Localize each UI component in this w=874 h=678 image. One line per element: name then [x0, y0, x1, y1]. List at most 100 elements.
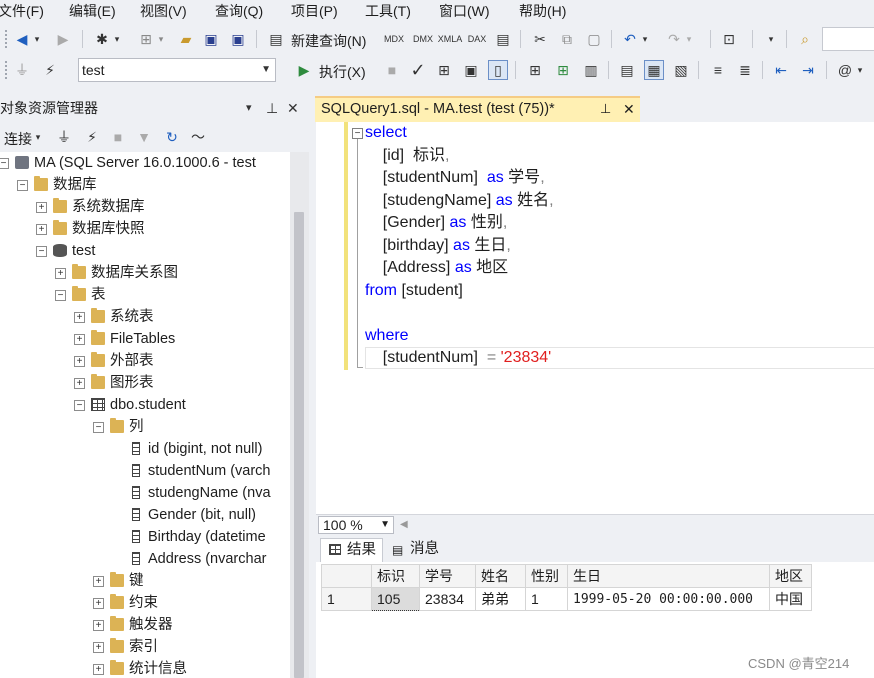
filter-icon[interactable]: ▼ [134, 127, 154, 147]
row-number[interactable]: 1 [321, 587, 372, 611]
cut-icon[interactable]: ✂ [530, 29, 550, 49]
menu-query[interactable]: 查询(Q) [215, 2, 263, 20]
column-header[interactable]: 地区 [769, 564, 812, 588]
quick-launch-input[interactable] [822, 27, 874, 51]
tree-item[interactable]: − MA (SQL Server 16.0.1000.6 - test [0, 152, 290, 174]
collapse-toggle-icon[interactable]: − [352, 128, 363, 139]
close-tab-icon[interactable]: ✕ [623, 98, 635, 120]
mdx-query-icon[interactable]: MDX [384, 29, 404, 49]
analysis-query-icon[interactable]: ▤ [493, 29, 513, 49]
toolbar-overflow-icon[interactable]: ▾ [855, 60, 865, 80]
zoom-select[interactable]: 100 % ▼ [318, 516, 394, 534]
connect-plug-icon[interactable]: ⏚ [54, 127, 74, 147]
tree-item[interactable]: + 数据库关系图 [0, 262, 290, 284]
collapse-icon[interactable]: − [36, 246, 47, 257]
collapse-icon[interactable]: − [93, 422, 104, 433]
disconnect-icon[interactable]: ⚡ [82, 127, 102, 147]
results-to-grid-icon[interactable]: ▦ [644, 60, 664, 80]
tree-item[interactable]: − 数据库 [0, 174, 290, 196]
save-icon[interactable]: ▣ [201, 29, 221, 49]
redo-icon[interactable]: ↷ [664, 29, 684, 49]
parse-icon[interactable]: ✓ [408, 60, 428, 80]
cell-gender[interactable]: 1 [525, 587, 568, 611]
stop-icon[interactable]: ■ [108, 127, 128, 147]
search-icon[interactable]: ⌕ [795, 29, 815, 49]
dmx-query-icon[interactable]: DMX [413, 29, 433, 49]
results-grid[interactable]: 标识 学号 姓名 性别 生日 地区 1 105 23834 弟弟 1 1999-… [321, 564, 812, 611]
tab-results[interactable]: 结果 [320, 538, 383, 562]
expand-icon[interactable]: + [93, 620, 104, 631]
cell-name[interactable]: 弟弟 [475, 587, 526, 611]
tree-item[interactable]: + 外部表 [0, 350, 290, 372]
connect-dropdown-icon[interactable]: ▾ [33, 127, 43, 147]
add-item-icon[interactable]: ⊞ [136, 29, 156, 49]
tree-item[interactable]: − dbo.student [0, 394, 290, 416]
specify-values-icon[interactable]: @ [835, 60, 855, 80]
tab-messages[interactable]: ▤ 消息 [384, 538, 445, 562]
results-to-file-icon[interactable]: ▧ [671, 60, 691, 80]
display-plan-icon[interactable]: ⊞ [434, 60, 454, 80]
open-file-icon[interactable]: ▰ [176, 29, 196, 49]
comment-icon[interactable]: ≡ [708, 60, 728, 80]
tree-item[interactable]: + 图形表 [0, 372, 290, 394]
column-header[interactable]: 学号 [419, 564, 476, 588]
available-databases-select[interactable]: test ▼ [78, 58, 276, 82]
collapse-icon[interactable]: − [55, 290, 66, 301]
activity-icon[interactable]: 〜 [188, 127, 208, 147]
paste-icon[interactable]: ▢ [584, 29, 604, 49]
collapse-icon[interactable]: − [17, 180, 28, 191]
new-project-dropdown-icon[interactable]: ▾ [112, 29, 122, 49]
execute-icon[interactable]: ▶ [294, 60, 314, 80]
new-project-icon[interactable]: ✱ [92, 29, 112, 49]
column-header[interactable]: 生日 [567, 564, 770, 588]
tree-item[interactable]: + 统计信息 [0, 658, 290, 678]
window-position-icon[interactable]: ▾ [246, 94, 252, 122]
menu-project[interactable]: 项目(P) [291, 2, 338, 20]
expand-icon[interactable]: + [93, 664, 104, 675]
undo-dropdown-icon[interactable]: ▾ [640, 29, 650, 49]
save-all-icon[interactable]: ▣ [228, 29, 248, 49]
tree-item[interactable]: + FileTables [0, 328, 290, 350]
execute-button[interactable]: 执行(X) [319, 62, 366, 82]
expand-icon[interactable]: + [74, 378, 85, 389]
copy-icon[interactable]: ⧉ [557, 29, 577, 49]
increase-indent-icon[interactable]: ⇥ [798, 60, 818, 80]
results-pane-toggle-icon[interactable]: ▯ [488, 60, 508, 80]
expand-icon[interactable]: + [93, 642, 104, 653]
expand-icon[interactable]: + [93, 598, 104, 609]
client-stats-icon[interactable]: ▥ [581, 60, 601, 80]
decrease-indent-icon[interactable]: ⇤ [771, 60, 791, 80]
tree-item[interactable]: + 约束 [0, 592, 290, 614]
close-icon[interactable]: ✕ [287, 94, 299, 122]
menu-tools[interactable]: 工具(T) [365, 2, 411, 20]
tab-sqlquery1[interactable]: SQLQuery1.sql - MA.test (test (75))* ⊥ ✕ [315, 96, 640, 122]
expand-icon[interactable]: + [93, 576, 104, 587]
expand-icon[interactable]: + [55, 268, 66, 279]
tree-item[interactable]: Birthday (datetime [0, 526, 290, 548]
refresh-icon[interactable]: ↻ [162, 127, 182, 147]
tree-item[interactable]: + 数据库快照 [0, 218, 290, 240]
tree-item[interactable]: Address (nvarchar [0, 548, 290, 570]
tree-item[interactable]: id (bigint, not null) [0, 438, 290, 460]
expand-icon[interactable]: + [74, 312, 85, 323]
pin-icon[interactable]: ⊥ [266, 94, 278, 122]
tree-item[interactable]: + 系统表 [0, 306, 290, 328]
expand-icon[interactable]: + [74, 334, 85, 345]
scroll-left-icon[interactable]: ◀ [400, 519, 408, 530]
column-header[interactable]: 标识 [371, 564, 420, 588]
cell-id[interactable]: 105 [371, 587, 420, 611]
redo-dropdown-icon[interactable]: ▾ [684, 29, 694, 49]
tree-item[interactable]: − 表 [0, 284, 290, 306]
forward-icon[interactable]: ▶ [53, 29, 73, 49]
include-plan-icon[interactable]: ⊞ [525, 60, 545, 80]
menu-file[interactable]: 文件(F) [0, 2, 44, 20]
tree-item[interactable]: studentNum (varch [0, 460, 290, 482]
menu-view[interactable]: 视图(V) [140, 2, 187, 20]
tree-item[interactable]: + 索引 [0, 636, 290, 658]
tree-item[interactable]: + 触发器 [0, 614, 290, 636]
collapse-icon[interactable]: − [74, 400, 85, 411]
toolbar-grip[interactable] [4, 29, 8, 49]
stop-icon[interactable]: ■ [382, 60, 402, 80]
toolbar-grip[interactable] [4, 60, 8, 80]
new-query-icon[interactable]: ▤ [266, 29, 286, 49]
